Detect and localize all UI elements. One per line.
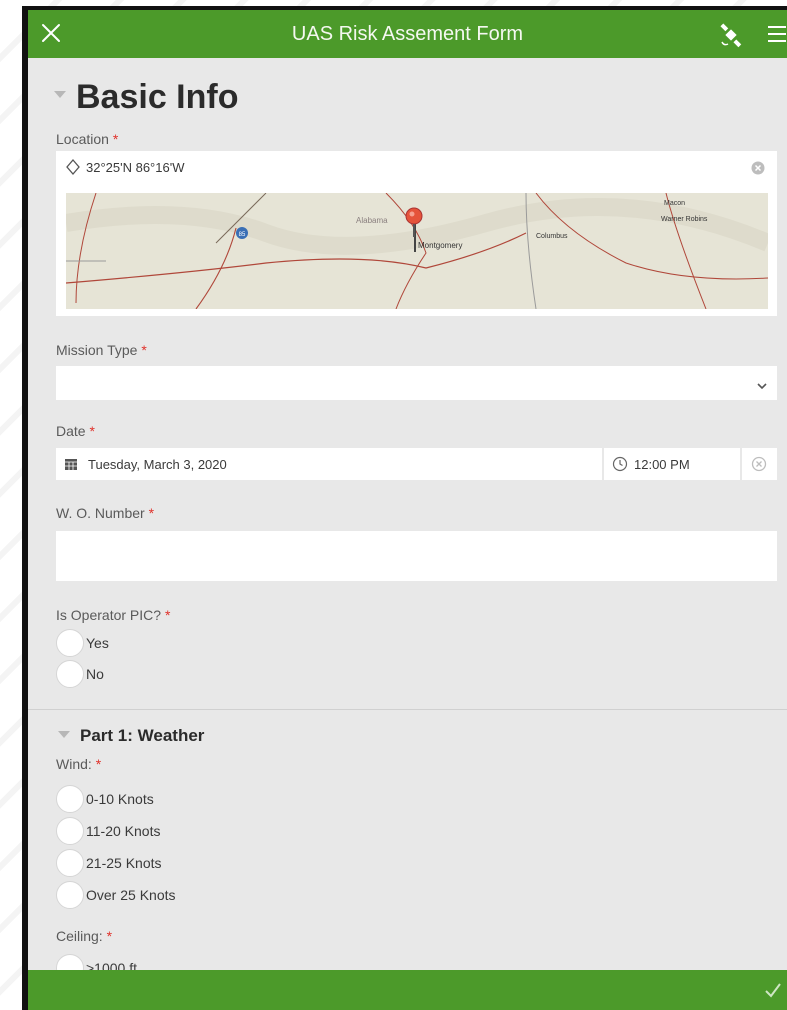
clock-icon [612,456,628,477]
operator-pic-label: Is Operator PIC? * [56,607,171,623]
date-clear-button[interactable] [742,448,777,480]
satellite-icon[interactable] [718,22,744,48]
radio-button[interactable] [56,629,84,657]
radio-label: >1000 ft [86,960,137,970]
location-map[interactable]: 85 Alabama Montgomery Columbus Macon War… [66,193,768,309]
date-field[interactable]: Tuesday, March 3, 2020 [56,448,602,480]
map-label-warner-robins: Warner Robins [661,216,708,223]
chevron-down-icon [756,378,768,396]
calendar-icon [64,457,78,476]
form-content: Basic Info Location * 32°25'N 86°16'W 85… [28,58,787,970]
map-label-columbus: Columbus [536,233,568,240]
device-frame: UAS Risk Assement Form Basic Info Locati… [22,6,787,1010]
map-label-highway: 85 [239,232,246,238]
radio-button[interactable] [56,660,84,688]
section-title: Part 1: Weather [80,726,205,745]
date-label: Date * [56,423,95,439]
clear-icon [751,456,767,472]
map-label-montgomery: Montgomery [418,241,462,250]
location-value: 32°25'N 86°16'W [86,160,185,175]
radio-label: 11-20 Knots [86,823,161,839]
wo-number-input[interactable] [56,531,777,581]
top-app-bar: UAS Risk Assement Form [28,10,787,58]
time-value: 12:00 PM [634,457,690,472]
radio-button[interactable] [56,881,84,909]
location-pin-icon [66,159,80,180]
mission-type-label: Mission Type * [56,342,147,358]
wind-label: Wind: * [56,756,102,772]
radio-button[interactable] [56,954,84,970]
time-field[interactable]: 12:00 PM [604,448,740,480]
radio-label: No [86,666,104,682]
location-label: Location * [56,131,119,147]
clear-icon[interactable] [750,160,766,176]
bottom-bar [28,970,787,1010]
collapse-chevron-icon[interactable] [54,91,66,98]
date-value: Tuesday, March 3, 2020 [88,457,227,472]
mission-type-select[interactable] [56,366,777,400]
radio-button[interactable] [56,849,84,877]
section-divider [28,709,787,710]
map-pin-icon [404,207,424,242]
section-part1-weather[interactable]: Part 1: Weather [58,726,204,746]
wo-number-label: W. O. Number * [56,505,155,521]
radio-button[interactable] [56,785,84,813]
section-basic-info[interactable]: Basic Info [54,78,238,117]
radio-label: 21-25 Knots [86,855,162,871]
radio-label: Over 25 Knots [86,887,176,903]
radio-label: Yes [86,635,109,651]
ceiling-label: Ceiling: * [56,928,113,944]
menu-icon[interactable] [766,23,787,45]
collapse-chevron-icon[interactable] [58,731,70,738]
section-title: Basic Info [76,78,239,116]
radio-button[interactable] [56,817,84,845]
map-label-alabama: Alabama [356,216,388,225]
checkmark-icon[interactable] [763,980,783,1000]
radio-label: 0-10 Knots [86,791,154,807]
map-label-macon: Macon [664,200,685,207]
app-title: UAS Risk Assement Form [291,23,524,45]
